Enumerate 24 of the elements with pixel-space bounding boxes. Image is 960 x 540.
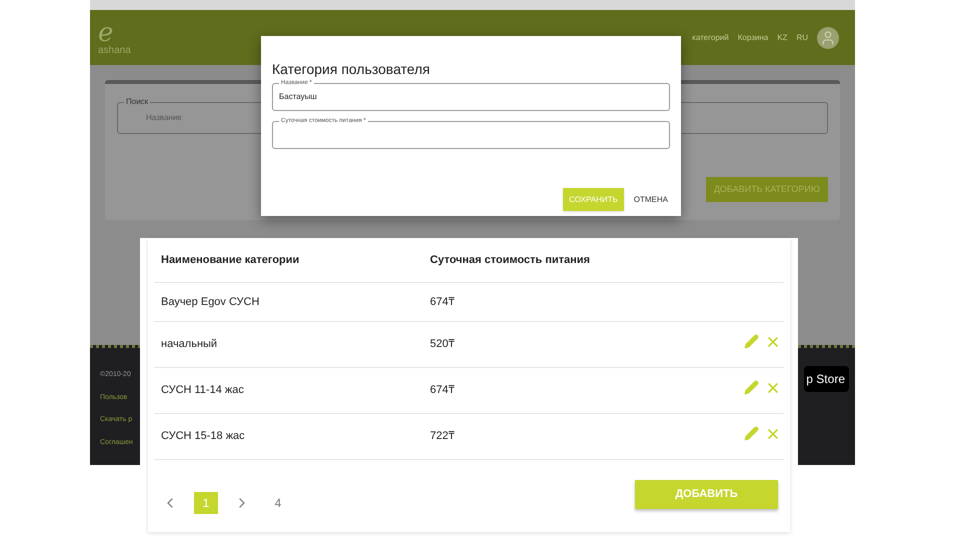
table-cell-text: СУСН 15-18 жас [161,429,246,444]
nav-link[interactable]: KZ [777,32,788,44]
dialog-title: Категория пользователя [272,62,431,76]
app-store-badge[interactable]: p Store [804,366,849,392]
logo-text: ashana [98,46,131,56]
edit-icon[interactable] [744,426,759,441]
table-cell-text: 520₸ [430,337,454,352]
table-cell-text: 674₸ [430,383,454,398]
column-header: Наименование категории [161,252,300,268]
nav-link[interactable]: Корзина [738,32,768,44]
page-button[interactable]: 4 [266,492,290,514]
cancel-button[interactable]: ОТМЕНА [632,188,670,211]
nav-link[interactable]: RU [796,32,808,44]
table-cell-text: 674₸ [430,294,454,310]
table-cell-text: 722₸ [430,429,454,444]
logo-mark: e [98,20,114,46]
edit-icon[interactable] [744,380,759,395]
table-cell-text: Ваучер Egov СУСН [161,294,260,310]
nav-link[interactable]: категорий [692,32,729,44]
column-header: Суточная стоимость питания [430,252,590,268]
table-cell-text: начальный [161,337,218,352]
table-cell-text: СУСН 11-14 жас [161,383,245,398]
avatar-icon[interactable] [817,26,839,48]
edit-icon[interactable] [744,334,759,349]
